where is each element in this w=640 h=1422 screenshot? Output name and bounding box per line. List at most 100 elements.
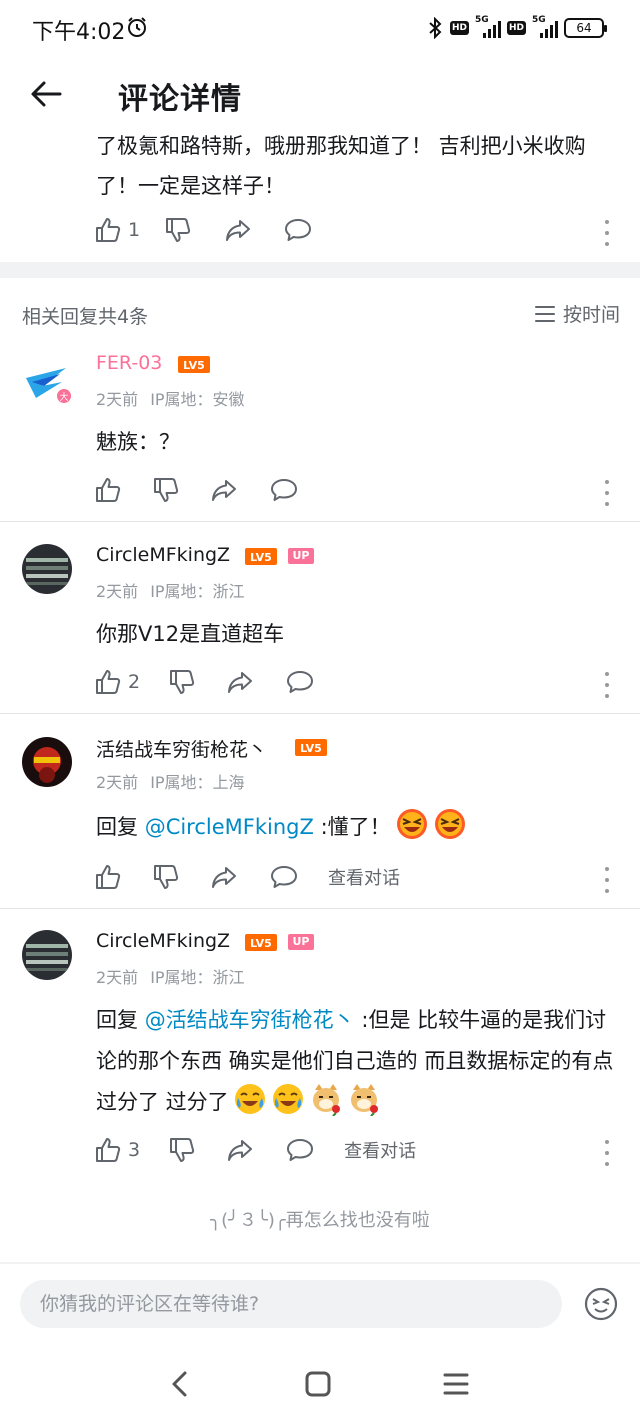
share-button[interactable] [224,216,252,244]
signal-icon: 5G [475,15,501,38]
dislike-button[interactable] [168,1136,196,1164]
share-button[interactable] [210,863,238,891]
view-conversation-link[interactable]: 查看对话 [328,864,400,890]
reply-ip: IP属地：安徽 [150,390,245,409]
avatar[interactable] [22,930,72,980]
sort-label: 按时间 [562,304,620,326]
svg-text:大: 大 [59,391,68,403]
back-arrow-icon[interactable] [26,74,66,114]
reply-item: 活结战车穷街枪花丶 LV5 2天前 IP属地：上海 回复 @CircleMFkin… [0,731,640,907]
comment-button[interactable] [286,1136,314,1164]
comment-button[interactable] [284,216,312,244]
mention-link[interactable]: @活结战车穷街枪花丶 [145,1008,355,1032]
crying-laughing-emoji-icon [272,1084,303,1114]
alarm-icon [128,17,146,37]
thumbs-down-icon [154,865,179,889]
share-button[interactable] [226,1136,254,1164]
system-nav-bar [0,1346,640,1422]
view-conversation-link[interactable]: 查看对话 [344,1137,416,1163]
dislike-button[interactable] [168,668,196,696]
like-button[interactable] [94,476,122,504]
reply-meta: 2天前 IP属地：安徽 [96,386,245,410]
reply-content: 回复 @CircleMFkingZ :懂了！ [96,807,620,848]
share-button[interactable] [226,668,254,696]
reply-time: 2天前 [96,773,139,792]
like-button[interactable]: 1 [94,216,140,244]
svg-text:LV5: LV5 [300,742,322,755]
like-button[interactable] [94,863,122,891]
reply-item: CircleMFkingZ LV5 UP 2天前 IP属地：浙江 回复 @活结战车… [0,926,640,1180]
share-icon [228,1140,253,1161]
crying-laughing-emoji-icon [234,1084,265,1114]
more-options-icon[interactable] [597,672,617,698]
avatar[interactable] [22,544,72,594]
like-count: 2 [128,671,141,693]
section-divider [0,262,640,278]
dislike-button[interactable] [152,476,180,504]
like-count: 1 [128,219,141,241]
main-comment-text: 了极氪和路特斯，哦册那我知道了！ 吉利把小米收购了！一定是这样子！ [96,134,586,198]
end-of-list-hint: ╮(╯３╰)╭再怎么找也没有啦 [210,1210,430,1231]
like-button[interactable]: 2 [94,668,140,696]
nav-menu-icon[interactable] [438,1366,474,1402]
sort-by-time-button[interactable]: 按时间 [534,300,620,327]
reply-content: 回复 @活结战车穷街枪花丶 :但是 比较牛逼的是我们讨论的那个东西 确实是他们自… [96,1008,614,1116]
thumbs-up-icon [96,865,121,889]
reply-actions: 查看对话 [94,863,400,891]
thumbs-down-icon [154,478,179,502]
comment-button[interactable] [270,476,298,504]
comment-bubble-icon [287,671,314,693]
dislike-button[interactable] [164,216,192,244]
reply-actions [94,476,298,504]
main-comment: 了极氪和路特斯，哦册那我知道了！ 吉利把小米收购了！一定是这样子！ 1 [0,132,640,262]
username[interactable]: CircleMFkingZ [96,930,230,952]
username[interactable]: 活结战车穷街枪花丶 [96,735,267,762]
thumbs-down-icon [170,670,195,694]
main-comment-actions: 1 [94,216,312,244]
username[interactable]: CircleMFkingZ [96,544,230,566]
comment-button[interactable] [270,863,298,891]
emoji-picker-icon[interactable] [584,1287,618,1321]
thumbs-up-icon [96,670,121,694]
more-options-icon[interactable] [597,867,617,893]
avatar[interactable]: 大 [22,356,73,406]
comment-button[interactable] [286,668,314,696]
more-options-icon[interactable] [597,220,617,246]
reply-divider [0,713,640,714]
mention-link[interactable]: @CircleMFkingZ [145,815,314,839]
level-badge: LV5 [178,356,210,373]
signal-icon-2: 5G [532,15,558,38]
more-options-icon[interactable] [597,480,617,506]
comment-bubble-icon [287,1139,314,1161]
comment-input[interactable]: 你猜我的评论区在等待谁? [20,1280,562,1328]
thumbs-down-icon [170,1138,195,1162]
more-options-icon[interactable] [597,1140,617,1166]
laughing-emoji-icon [396,809,427,839]
share-button[interactable] [210,476,238,504]
reply-item: 大 FER-03 LV5 2天前 IP属地：安徽 魅族：？ [0,348,640,520]
status-bar: 下午4:02 HD 5G HD 5G 64 [0,0,640,56]
comment-bubble-icon [285,219,312,241]
reply-header: 相关回复共4条 按时间 [0,278,640,348]
reply-meta: 2天前 IP属地：上海 [96,769,245,793]
reply-divider [0,908,640,909]
avatar[interactable] [22,737,72,787]
reply-count: 相关回复共4条 [22,306,149,328]
level-badge: LV5 [295,739,327,756]
like-count: 3 [128,1139,141,1161]
svg-text:LV5: LV5 [250,937,272,950]
level-badge: LV5 [245,548,277,565]
dislike-button[interactable] [152,863,180,891]
nav-home-icon[interactable] [300,1366,336,1402]
top-nav: 评论详情 [0,56,640,132]
like-button[interactable]: 3 [94,1136,140,1164]
reply-actions: 3 查看对话 [94,1136,416,1164]
reply-meta: 2天前 IP属地：浙江 [96,578,245,602]
nav-back-icon[interactable] [162,1366,198,1402]
reply-time: 2天前 [96,582,139,601]
reply-time: 2天前 [96,390,139,409]
thumbs-up-icon [96,478,121,502]
username[interactable]: FER-03 [96,352,162,374]
thumbs-down-icon [166,218,191,242]
doge-rose-emoji-icon [312,1084,340,1116]
